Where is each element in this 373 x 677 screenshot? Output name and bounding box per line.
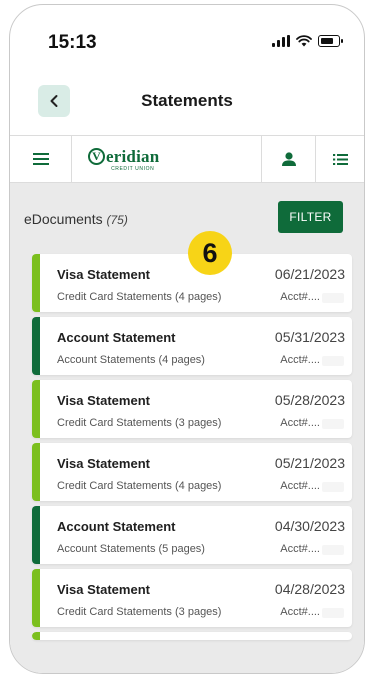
statement-date: 06/21/2023 [274, 266, 345, 282]
step-number-badge: 6 [188, 231, 232, 275]
statement-subtitle: Credit Card Statements (4 pages) [57, 291, 222, 303]
statement-title: Visa Statement [57, 393, 150, 408]
list-icon [332, 153, 348, 165]
statement-date: 05/28/2023 [274, 392, 345, 408]
list-view-button[interactable] [316, 136, 364, 182]
phone-frame: 15:13 Statements V eridian CREDIT UNION … [9, 4, 365, 674]
statement-type-stripe [32, 254, 40, 312]
statement-date: 05/21/2023 [274, 455, 345, 471]
logo-initial: V [88, 148, 105, 165]
statement-account: Acct#.... [280, 417, 320, 429]
statements-content: eDocuments (75) FILTER 6 Visa Statement … [10, 183, 364, 673]
status-bar: 15:13 [10, 5, 364, 77]
statement-type-stripe [32, 443, 40, 501]
statement-title: Visa Statement [57, 456, 150, 471]
statement-account: Acct#.... [280, 543, 320, 555]
status-icons [272, 35, 343, 47]
account-number-mask [322, 608, 344, 618]
statement-date: 05/31/2023 [274, 329, 345, 345]
statement-account: Acct#.... [280, 606, 320, 618]
nav-bar: V eridian CREDIT UNION [10, 135, 364, 183]
statement-account: Acct#.... [280, 354, 320, 366]
cellular-signal-icon [272, 35, 290, 47]
statement-date: 04/30/2023 [274, 518, 345, 534]
hamburger-menu-icon [32, 153, 49, 165]
documents-label: eDocuments [24, 211, 103, 227]
statement-card[interactable]: Visa Statement 04/28/2023 Credit Card St… [32, 569, 352, 627]
logo-subtitle: CREDIT UNION [111, 165, 155, 172]
account-number-mask [322, 356, 344, 366]
statement-title: Visa Statement [57, 267, 150, 282]
statement-title: Account Statement [57, 519, 176, 534]
battery-icon [318, 35, 343, 47]
statement-title: Visa Statement [57, 582, 150, 597]
statement-list: Visa Statement 06/21/2023 Credit Card St… [32, 254, 352, 640]
title-bar: Statements [10, 77, 364, 135]
statement-date: 04/28/2023 [274, 581, 345, 597]
statement-subtitle: Credit Card Statements (4 pages) [57, 480, 222, 492]
documents-header: eDocuments (75) [24, 211, 128, 227]
logo-cell[interactable]: V eridian CREDIT UNION [72, 136, 262, 182]
statement-subtitle: Credit Card Statements (3 pages) [57, 606, 222, 618]
account-number-mask [322, 293, 344, 303]
wifi-icon [296, 35, 312, 47]
account-number-mask [322, 419, 344, 429]
veridian-logo: V eridian CREDIT UNION [88, 147, 159, 172]
logo-text: eridian [106, 146, 160, 166]
statement-account: Acct#.... [280, 291, 320, 303]
statement-type-stripe [32, 380, 40, 438]
statement-title: Account Statement [57, 330, 176, 345]
statement-subtitle: Account Statements (4 pages) [57, 354, 205, 366]
statement-type-stripe [32, 317, 40, 375]
statement-card[interactable]: Account Statement 05/31/2023 Account Sta… [32, 317, 352, 375]
statement-card[interactable]: Account Statement 04/30/2023 Account Sta… [32, 506, 352, 564]
account-number-mask [322, 545, 344, 555]
statement-subtitle: Account Statements (5 pages) [57, 543, 205, 555]
status-time: 15:13 [48, 32, 97, 53]
user-icon [281, 152, 296, 166]
filter-button[interactable]: FILTER [278, 201, 343, 233]
statement-type-stripe [32, 569, 40, 627]
hamburger-menu-button[interactable] [10, 136, 72, 182]
statement-type-stripe [32, 632, 40, 640]
account-number-mask [322, 482, 344, 492]
page-title: Statements [141, 91, 233, 110]
documents-count: (75) [106, 213, 128, 227]
statement-account: Acct#.... [280, 480, 320, 492]
statement-type-stripe [32, 506, 40, 564]
statement-card-partial[interactable] [32, 632, 352, 640]
profile-button[interactable] [262, 136, 316, 182]
statement-subtitle: Credit Card Statements (3 pages) [57, 417, 222, 429]
statement-card[interactable]: Visa Statement 05/21/2023 Credit Card St… [32, 443, 352, 501]
statement-card[interactable]: Visa Statement 05/28/2023 Credit Card St… [32, 380, 352, 438]
